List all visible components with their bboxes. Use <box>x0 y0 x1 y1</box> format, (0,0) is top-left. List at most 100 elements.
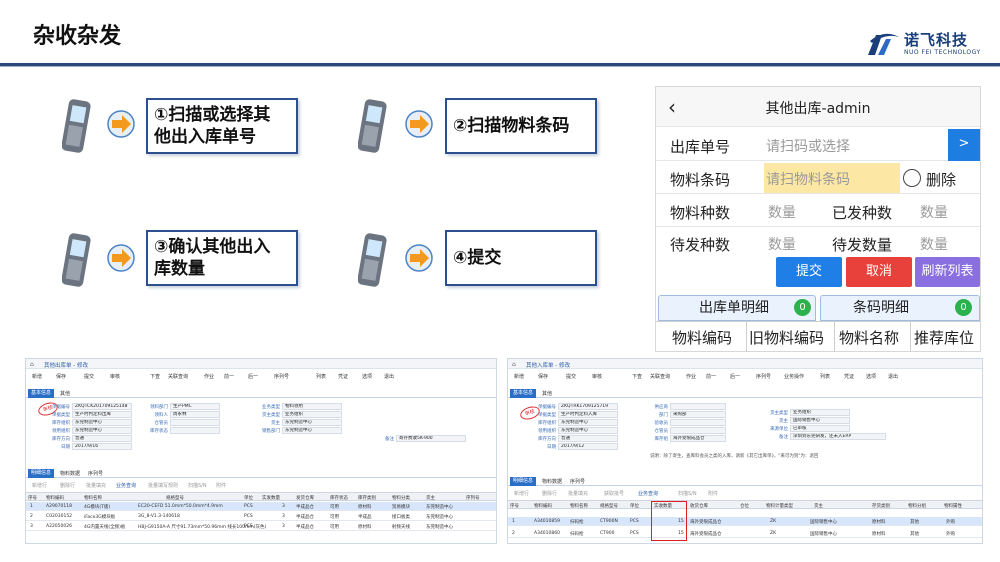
step-2-box: ②扫描物料条码 <box>445 98 597 154</box>
tab-basic-info[interactable]: 基本信息 <box>510 389 537 398</box>
form-field: 库存方向 普通 <box>538 435 618 442</box>
toolbar-button[interactable]: 关联查询 <box>650 373 670 380</box>
grid-toolbar-button[interactable]: 新增行 <box>32 482 47 489</box>
grid-toolbar-button[interactable]: 批量填写规则 <box>148 482 178 489</box>
tab-material-data[interactable]: 物料数据 <box>60 470 80 477</box>
step-3-line-1: ③确认其他出入 <box>154 237 271 257</box>
toolbar-button[interactable]: 后一 <box>248 373 258 380</box>
tab-serial[interactable]: 序列号 <box>88 470 103 477</box>
form-field: 单据类型 生产时判定料入库 <box>538 411 618 418</box>
submit-button[interactable]: 提交 <box>776 257 842 287</box>
grid-header-cell: 库存类别 <box>358 496 376 501</box>
tab-other[interactable]: 其他 <box>60 390 70 397</box>
delete-label[interactable]: 删除 <box>926 169 956 190</box>
delete-radio[interactable] <box>903 169 921 187</box>
grid-toolbar-button[interactable]: 业务查询 <box>116 482 136 489</box>
grid-header-cell: 物料编码 <box>534 504 552 509</box>
toolbar-button[interactable]: 序列号 <box>756 373 771 380</box>
toolbar-button[interactable]: 选项 <box>362 373 372 380</box>
toolbar-button[interactable]: 列表 <box>820 373 830 380</box>
pda-table-header: 物料编码 旧物料编码 物料名称 推荐库位 <box>656 321 980 352</box>
toolbar-button[interactable]: 新增 <box>32 373 42 380</box>
toolbar-button[interactable]: 退出 <box>384 373 394 380</box>
grid-toolbar-button[interactable]: 附件 <box>708 490 718 497</box>
order-input[interactable]: 请扫码或选择 <box>766 136 850 156</box>
barcode-input[interactable]: 请扫物料条码 <box>766 169 850 189</box>
toolbar-button[interactable]: 提交 <box>84 373 94 380</box>
grid-toolbar-button[interactable]: 附件 <box>216 482 226 489</box>
tab-order-detail[interactable]: 出库单明细 <box>658 295 816 321</box>
cancel-button[interactable]: 取消 <box>846 257 912 287</box>
toolbar-button[interactable]: 业务操作 <box>784 373 804 380</box>
toolbar-button[interactable]: 前一 <box>224 373 234 380</box>
home-icon[interactable]: ⌂ <box>30 361 34 368</box>
grid-header-cell: 物料计量类型 <box>766 504 793 509</box>
table-row[interactable]: 1 A34010859 扫码枪 CT900N PCS 15 海外受限成品仓 ZK… <box>508 517 982 526</box>
order-go-button[interactable]: > <box>948 129 980 161</box>
toolbar-button[interactable]: 提交 <box>566 373 576 380</box>
tab-serial[interactable]: 序列号 <box>570 478 585 485</box>
erp-outbound-screenshot: ⌂ 其他出库单 - 修改 新增 保存 提交 审核 下查 关联查询 作业 前一 后… <box>25 358 497 544</box>
toolbar-button[interactable]: 作业 <box>204 373 214 380</box>
grid-toolbar-button[interactable]: 删除行 <box>60 482 75 489</box>
toolbar-button[interactable]: 后一 <box>730 373 740 380</box>
toolbar-button[interactable]: 下查 <box>632 373 642 380</box>
grid-toolbar-button[interactable]: 扫描S/N <box>678 490 697 497</box>
grid-header-cell: 收货仓库 <box>690 504 708 509</box>
toolbar-button[interactable]: 下查 <box>150 373 160 380</box>
table-row[interactable]: 2 A34010860 扫码枪 CT900 PCS 15 海外受限成品仓 ZK … <box>508 529 982 538</box>
toolbar-button[interactable]: 保存 <box>538 373 548 380</box>
grid-toolbar-button[interactable]: 获取批号 <box>604 490 624 497</box>
grid-header-cell: 物料编码 <box>46 496 64 501</box>
tab-basic-info[interactable]: 基本信息 <box>28 389 55 398</box>
grid-header-cell: 物料名称 <box>570 504 588 509</box>
toolbar-button[interactable]: 新增 <box>514 373 524 380</box>
erp-inbound-screenshot: ⌂ 其他入库单 - 修改 新增 保存 提交 审核 下查 关联查询 作业 前一 后… <box>507 358 983 544</box>
toolbar-button[interactable]: 列表 <box>316 373 326 380</box>
tab-other[interactable]: 其他 <box>542 390 552 397</box>
erp-tab-title[interactable]: 其他出库单 - 修改 <box>44 361 88 369</box>
toolbar-button[interactable]: 作业 <box>686 373 696 380</box>
grid-toolbar-button[interactable]: 删除行 <box>542 490 557 497</box>
toolbar-button[interactable]: 凭证 <box>338 373 348 380</box>
toolbar-button[interactable]: 保存 <box>56 373 66 380</box>
refresh-list-button[interactable]: 刷新列表 <box>915 257 980 287</box>
step-1-line-2: 他出入库单号 <box>154 127 256 147</box>
tab-detail-info[interactable]: 明细信息 <box>510 477 537 486</box>
form-field: 仓管员 <box>155 419 220 426</box>
pending-qty-label: 待发数量 <box>832 236 893 254</box>
column-header: 物料名称 <box>839 329 900 347</box>
pending-kinds-value: 数量 <box>768 237 796 253</box>
grid-header: 序号 物料编码 物料名称 规格型号 单位 实发数量 发货仓库 库存状态 库存类别… <box>26 492 496 501</box>
table-row[interactable]: 1 A29070118 4G模块(T版) EC20-CEFD 51.0mm*50… <box>26 502 496 511</box>
grid-header-cell: 序列号 <box>466 496 480 501</box>
toolbar-button[interactable]: 选项 <box>866 373 876 380</box>
tab-material-data[interactable]: 物料数据 <box>542 478 562 485</box>
toolbar-button[interactable]: 关联查询 <box>168 373 188 380</box>
grid-toolbar-button[interactable]: 扫描S/N <box>188 482 207 489</box>
home-icon[interactable]: ⌂ <box>512 361 516 368</box>
form-field: 备注 深圳到东莞研发，还未入ERP <box>779 433 886 440</box>
erp-tab-title[interactable]: 其他入库单 - 修改 <box>526 361 570 369</box>
order-detail-count-badge: 0 <box>794 299 811 316</box>
grid-toolbar-button[interactable]: 批量填充 <box>86 482 106 489</box>
toolbar-button[interactable]: 审核 <box>110 373 120 380</box>
table-row[interactable]: 3 A22050026 4G内置天线(全频)板 HBJ-G9150A-A 尺寸9… <box>26 522 496 531</box>
form-field: 领料部门 生产PMC <box>150 403 220 410</box>
grid-toolbar: 新增行 删除行 批量填充 业务查询 批量填写规则 扫描S/N 附件 <box>26 480 496 490</box>
toolbar-button[interactable]: 审核 <box>592 373 602 380</box>
table-row[interactable]: 2 C02030152 iFace3G模块板 3G_8-V1.3-140618 … <box>26 512 496 521</box>
grid-toolbar-button[interactable]: 业务查询 <box>638 490 658 497</box>
toolbar-button[interactable]: 前一 <box>706 373 716 380</box>
pending-row: 待发种数 数量 待发数量 数量 <box>656 227 980 259</box>
grid-header-cell: 实发数量 <box>262 496 280 501</box>
toolbar-button[interactable]: 退出 <box>888 373 898 380</box>
pending-qty-value: 数量 <box>920 237 948 253</box>
toolbar-button[interactable]: 序列号 <box>274 373 289 380</box>
grid-toolbar-button[interactable]: 新增行 <box>514 490 529 497</box>
grid-toolbar-button[interactable]: 批量填充 <box>568 490 588 497</box>
grid-header-cell: 物料分类 <box>392 496 410 501</box>
toolbar-button[interactable]: 凭证 <box>844 373 854 380</box>
grid-header: 序号 物料编码 物料名称 规格型号 单位 实收数量 收货仓库 仓位 物料计量类型… <box>508 500 982 509</box>
tab-detail-info[interactable]: 明细信息 <box>28 469 55 478</box>
